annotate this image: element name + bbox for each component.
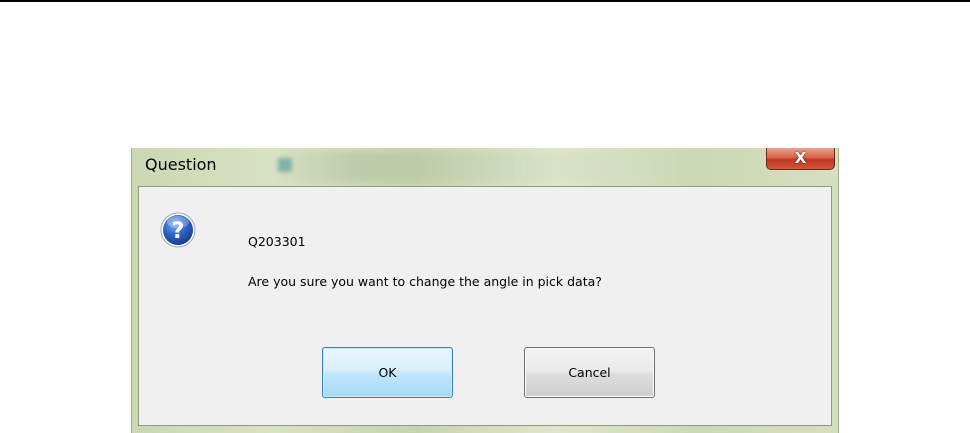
dialog-body: ? Q203301 Are you sure you want to chang…: [138, 186, 832, 426]
background-window-blur: [272, 152, 702, 182]
cancel-button[interactable]: Cancel: [524, 347, 655, 398]
svg-text:?: ?: [172, 219, 185, 244]
dialog-titlebar[interactable]: Question X: [132, 148, 838, 186]
message-code: Q203301: [248, 234, 306, 249]
top-border-line: [0, 0, 970, 2]
dialog-title: Question: [145, 155, 217, 174]
message-text: Are you sure you want to change the angl…: [248, 274, 602, 289]
close-icon: X: [794, 149, 807, 167]
background-app-icon: [278, 158, 292, 172]
question-dialog: Question X ? Q203301 Are you sure you wa…: [131, 148, 839, 433]
close-button[interactable]: X: [766, 148, 835, 170]
ok-button[interactable]: OK: [322, 347, 453, 398]
question-icon: ?: [160, 212, 196, 248]
